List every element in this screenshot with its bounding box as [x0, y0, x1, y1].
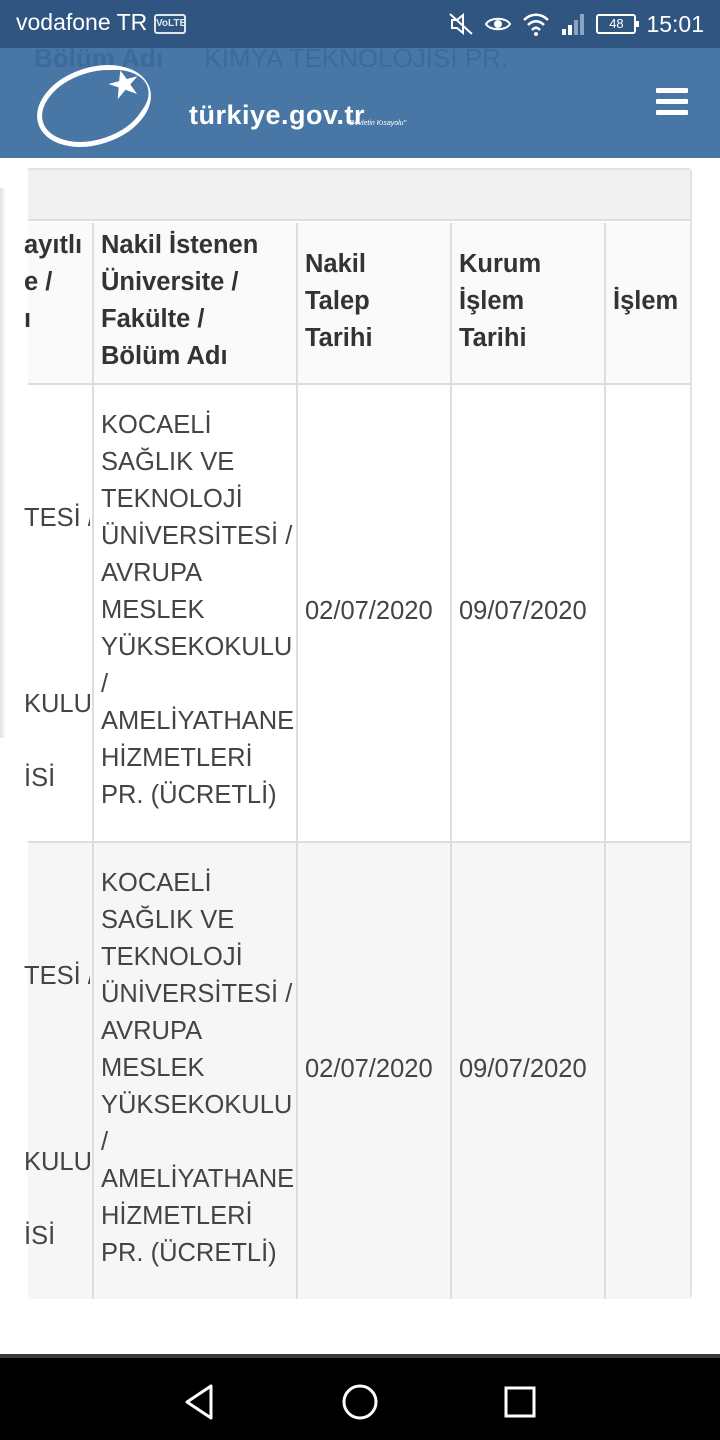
recents-icon[interactable]	[498, 1380, 542, 1424]
logo-tagline: "Devletin Kısayolu"	[347, 120, 407, 127]
partial-cell: KULU	[24, 1148, 90, 1176]
status-icons: 48 15:01	[448, 8, 704, 40]
clock: 15:01	[646, 10, 704, 37]
eye-icon	[485, 17, 512, 31]
carrier-name: vodafone TR	[16, 9, 148, 35]
column-header-process-date: Kurum İşlem Tarihi	[459, 250, 542, 352]
panel-heading	[28, 170, 690, 221]
wifi-icon	[523, 13, 550, 36]
crescent-star-logo-icon	[37, 65, 151, 147]
column-divider	[604, 223, 606, 1299]
column-header-request-date: Nakil Talep Tarihi	[305, 250, 373, 352]
row-divider	[28, 383, 690, 385]
column-divider	[450, 223, 452, 1299]
scroll-edge-shadow	[0, 188, 6, 738]
mute-icon	[449, 12, 474, 36]
target-university-cell: KOCAELİ SAĞLIK VE TEKNOLOJİ ÜNİVERSİTESİ…	[101, 411, 295, 809]
home-icon[interactable]	[338, 1380, 382, 1424]
signal-icon	[562, 14, 585, 35]
column-divider	[296, 223, 298, 1299]
column-header-action: İşlem	[613, 287, 679, 315]
row-divider	[28, 841, 690, 843]
turkiye-gov-logo[interactable]: türkiye.gov.tr "Devletin Kısayolu"	[36, 60, 406, 150]
system-nav-bar	[0, 1354, 720, 1440]
transfer-table-panel[interactable]: ayıtlı e / ı Nakil İstenen Üniversite / …	[24, 168, 692, 1299]
process-date-cell: 09/07/2020	[459, 1055, 587, 1083]
site-header: Bölüm Adı KİMYA TEKNOLOJİSİ PR. türkiye.…	[0, 48, 720, 158]
logo-wordmark: türkiye.gov.tr	[189, 100, 366, 130]
partial-cell: KULU	[24, 690, 90, 718]
partial-cell: TESİ /	[24, 504, 90, 532]
column-divider	[92, 223, 94, 1299]
hamburger-menu-icon[interactable]	[656, 88, 690, 118]
column-header-partial: ayıtlı e / ı	[24, 231, 83, 333]
partial-cell: İSİ	[24, 1222, 56, 1250]
process-date-cell: 09/07/2020	[459, 597, 587, 625]
request-date-cell: 02/07/2020	[305, 597, 433, 625]
column-header-target-university: Nakil İstenen Üniversite / Fakülte / Böl…	[101, 231, 259, 370]
target-university-cell: KOCAELİ SAĞLIK VE TEKNOLOJİ ÜNİVERSİTESİ…	[101, 869, 295, 1267]
battery-icon: 48	[596, 14, 640, 34]
back-icon[interactable]	[178, 1380, 222, 1424]
partial-cell: İSİ	[24, 764, 56, 792]
volte-badge: VoLTE	[154, 14, 186, 34]
request-date-cell: 02/07/2020	[305, 1055, 433, 1083]
partial-cell: TESİ /	[24, 962, 90, 990]
page-content: ayıtlı e / ı Nakil İstenen Üniversite / …	[0, 158, 720, 1354]
status-bar: vodafone TR VoLTE 48 15:01	[0, 0, 720, 48]
